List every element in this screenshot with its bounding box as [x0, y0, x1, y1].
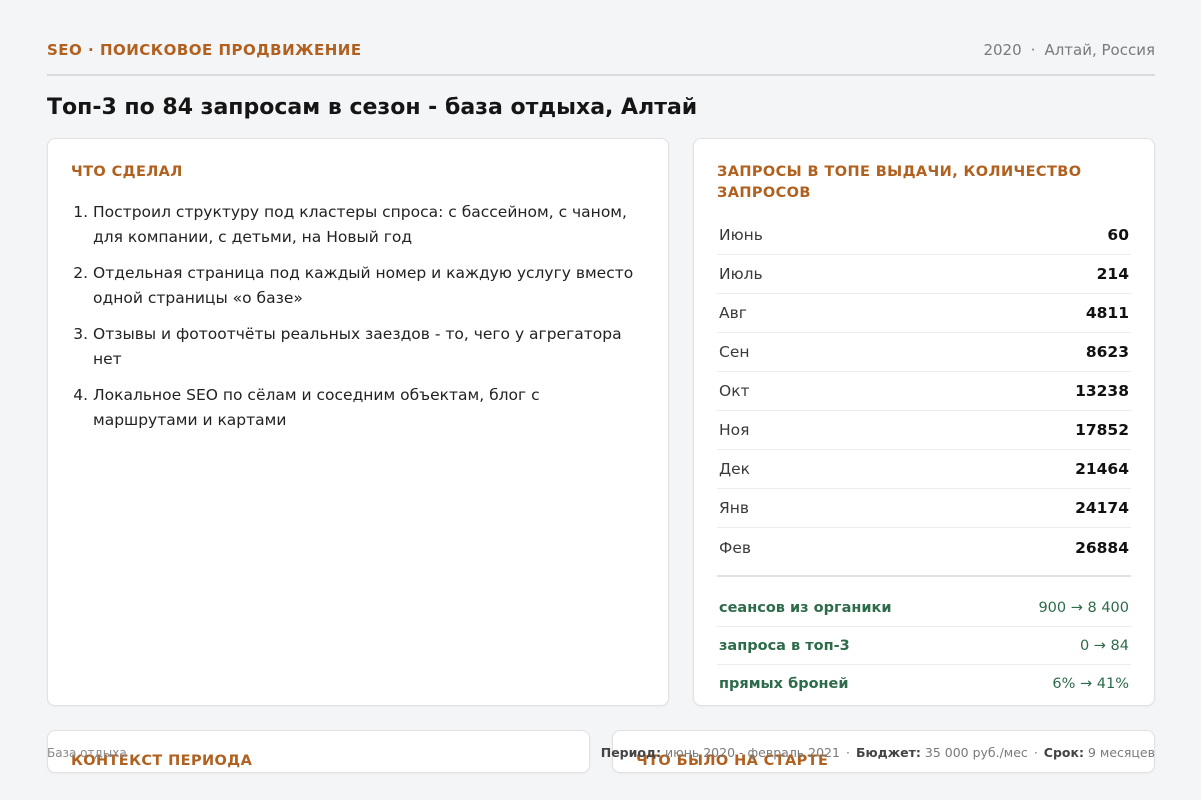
query-count: 13238	[1075, 382, 1129, 400]
queries-card: Запросы в топе выдачи, количество запрос…	[693, 138, 1155, 706]
done-item: Локальное SEO по сёлам и соседним объект…	[93, 383, 645, 433]
location-label: Алтай, Россия	[1044, 41, 1155, 59]
month-label: Июль	[719, 265, 763, 283]
result-value: 6% → 41%	[1052, 676, 1129, 692]
table-row: Авг 4811	[717, 294, 1131, 333]
month-label: Янв	[719, 499, 750, 517]
query-count: 26884	[1075, 538, 1129, 557]
result-value: 900 → 8 400	[1038, 599, 1129, 616]
result-label: запроса в топ-3	[719, 637, 850, 654]
done-card: Что сделал Построил структуру под класте…	[47, 138, 669, 706]
year-label: 2020	[983, 41, 1022, 59]
footer-meta: Период: июнь 2020 - февраль 2021 · Бюджет:…	[601, 745, 1155, 760]
page-header: SEO · ПОИСКОВОЕ ПРОДВИЖЕНИЕ 2020 · Алтай, …	[47, 38, 1155, 76]
table-row: Ноя 17852	[717, 411, 1131, 450]
table-row: Окт 13238	[717, 372, 1131, 411]
query-count: 21464	[1075, 460, 1129, 478]
table-row: Сен 8623	[717, 333, 1131, 372]
month-label: Ноя	[719, 421, 750, 439]
table-row: Июнь 60	[717, 216, 1131, 255]
period-label: Период:	[600, 745, 662, 760]
done-list: Построил структуру под кластеры спроса: …	[71, 200, 645, 433]
queries-table: Июнь 60 Июль 214 Авг 4811 Сен 8623 Окт 13238 …	[717, 216, 1131, 567]
meta-separator: ·	[1030, 41, 1036, 59]
budget-label: Бюджет:	[855, 745, 921, 760]
month-label: Авг	[719, 304, 747, 322]
category-eyebrow: SEO · ПОИСКОВОЕ ПРОДВИЖЕНИЕ	[47, 41, 362, 59]
query-count: 214	[1096, 265, 1129, 283]
footer-caption: База отдыха	[47, 746, 127, 760]
month-label: Сен	[719, 343, 750, 361]
result-label: прямых броней	[719, 676, 849, 692]
table-row: Дек 21464	[717, 450, 1131, 489]
budget-value: 35 000 руб./мес	[924, 745, 1028, 760]
done-heading: Что сделал	[71, 164, 183, 180]
term-value: 9 месяцев	[1087, 745, 1155, 760]
done-item: Отзывы и фотоотчёты реальных заездов - т…	[93, 322, 645, 372]
query-count: 17852	[1075, 421, 1129, 439]
month-label: Июнь	[719, 226, 763, 244]
header-meta: 2020 · Алтай, Россия	[983, 38, 1155, 59]
queries-heading: Запросы в топе выдачи, количество запрос…	[717, 164, 1082, 201]
term-label: Срок:	[1043, 745, 1084, 760]
table-row: Фев 26884	[717, 528, 1131, 567]
query-count: 60	[1107, 226, 1129, 244]
done-item: Отдельная страница под каждый номер и ка…	[93, 261, 645, 311]
result-row: запроса в топ-3 0 → 84	[717, 627, 1131, 665]
month-label: Окт	[719, 382, 750, 400]
result-label: сеансов из органики	[719, 599, 892, 616]
results-list: сеансов из органики 900 → 8 400 запроса в…	[717, 589, 1131, 703]
query-count: 8623	[1085, 343, 1129, 361]
query-count: 4811	[1085, 304, 1129, 322]
result-row: прямых броней 6% → 41%	[717, 665, 1131, 703]
table-row: Янв 24174	[717, 489, 1131, 528]
query-count: 24174	[1075, 499, 1129, 517]
result-row: сеансов из органики 900 → 8 400	[717, 589, 1131, 627]
result-value: 0 → 84	[1079, 637, 1129, 654]
meta-separator: ·	[845, 745, 850, 760]
done-item: Построил структуру под кластеры спроса: …	[93, 200, 645, 250]
month-label: Дек	[719, 460, 751, 478]
period-value: июнь 2020 - февраль 2021	[665, 745, 840, 760]
page-title: Топ-3 по 84 запросам в сезон - база отды…	[47, 95, 698, 120]
results-divider	[717, 575, 1131, 577]
table-row: Июль 214	[717, 255, 1131, 294]
month-label: Фев	[719, 538, 752, 557]
meta-separator: ·	[1033, 745, 1038, 760]
